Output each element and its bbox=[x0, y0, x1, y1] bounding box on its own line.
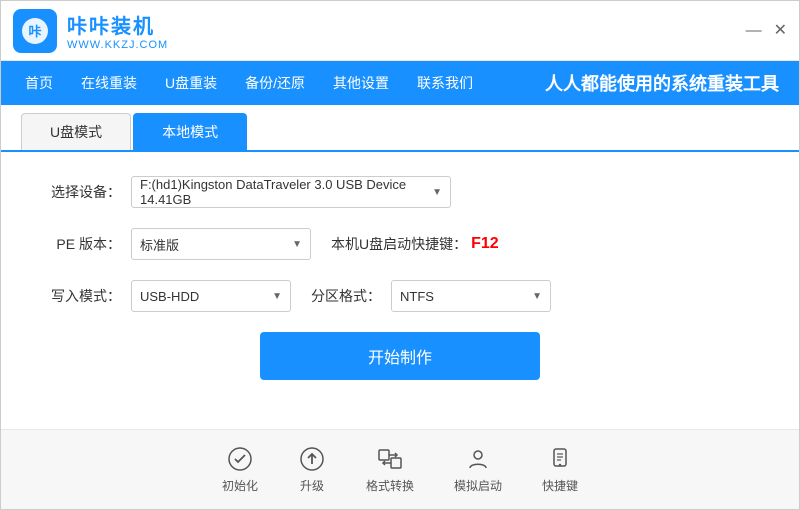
nav-item-online[interactable]: 在线重装 bbox=[67, 61, 151, 105]
pe-value: 标准版 bbox=[140, 235, 284, 254]
content-area: U盘模式 本地模式 选择设备： F:(hd1)Kingston DataTrav… bbox=[1, 105, 799, 429]
partition-select[interactable]: NTFS ▼ bbox=[391, 280, 551, 312]
pe-arrow-icon: ▼ bbox=[292, 239, 302, 250]
tool-simulate-boot[interactable]: 模拟启动 bbox=[454, 445, 502, 494]
logo-text-area: 咔咔装机 WWW.KKZJ.COM bbox=[67, 10, 168, 51]
minimize-button[interactable]: — bbox=[746, 23, 762, 39]
partition-label: 分区格式： bbox=[311, 286, 381, 306]
format-convert-icon bbox=[376, 445, 404, 473]
device-row: 选择设备： F:(hd1)Kingston DataTraveler 3.0 U… bbox=[41, 176, 759, 208]
tab-local-mode[interactable]: 本地模式 bbox=[133, 113, 247, 150]
app-title: 咔咔装机 bbox=[67, 10, 168, 39]
tab-bar: U盘模式 本地模式 bbox=[1, 105, 799, 152]
write-arrow-icon: ▼ bbox=[272, 291, 282, 302]
partition-value: NTFS bbox=[400, 289, 524, 304]
main-window: 咔 咔咔装机 WWW.KKZJ.COM — ✕ 首页 在线重装 U盘重装 备份/… bbox=[0, 0, 800, 510]
pe-row: PE 版本： 标准版 ▼ 本机U盘启动快捷键： F12 bbox=[41, 228, 759, 260]
tool-initialize[interactable]: 初始化 bbox=[222, 445, 258, 494]
form-area: 选择设备： F:(hd1)Kingston DataTraveler 3.0 U… bbox=[1, 152, 799, 429]
title-bar: 咔 咔咔装机 WWW.KKZJ.COM — ✕ bbox=[1, 1, 799, 61]
initialize-label: 初始化 bbox=[222, 477, 258, 494]
nav-item-settings[interactable]: 其他设置 bbox=[319, 61, 403, 105]
app-url: WWW.KKZJ.COM bbox=[67, 39, 168, 51]
simulate-boot-icon bbox=[464, 445, 492, 473]
write-select[interactable]: USB-HDD ▼ bbox=[131, 280, 291, 312]
shortcut-key: F12 bbox=[471, 235, 499, 253]
tab-usb-mode[interactable]: U盘模式 bbox=[21, 113, 131, 150]
logo-area: 咔 咔咔装机 WWW.KKZJ.COM bbox=[13, 9, 168, 53]
start-button[interactable]: 开始制作 bbox=[260, 332, 540, 380]
shortcut-label: 本机U盘启动快捷键： bbox=[331, 234, 467, 254]
shortcuts-label: 快捷键 bbox=[542, 477, 578, 494]
window-controls: — ✕ bbox=[746, 23, 787, 39]
tool-shortcuts[interactable]: 快捷键 bbox=[542, 445, 578, 494]
nav-slogan: 人人都能使用的系统重装工具 bbox=[545, 70, 789, 96]
device-label: 选择设备： bbox=[41, 182, 121, 202]
write-value: USB-HDD bbox=[140, 289, 264, 304]
initialize-icon bbox=[226, 445, 254, 473]
upgrade-label: 升级 bbox=[300, 477, 324, 494]
device-select[interactable]: F:(hd1)Kingston DataTraveler 3.0 USB Dev… bbox=[131, 176, 451, 208]
write-mode-row: 写入模式： USB-HDD ▼ 分区格式： NTFS ▼ bbox=[41, 280, 759, 312]
tool-format-convert[interactable]: 格式转换 bbox=[366, 445, 414, 494]
shortcuts-icon bbox=[546, 445, 574, 473]
format-convert-label: 格式转换 bbox=[366, 477, 414, 494]
simulate-boot-label: 模拟启动 bbox=[454, 477, 502, 494]
pe-select[interactable]: 标准版 ▼ bbox=[131, 228, 311, 260]
partition-arrow-icon: ▼ bbox=[532, 291, 542, 302]
device-value: F:(hd1)Kingston DataTraveler 3.0 USB Dev… bbox=[140, 177, 424, 207]
write-label: 写入模式： bbox=[41, 286, 121, 306]
pe-label: PE 版本： bbox=[41, 234, 121, 254]
nav-item-contact[interactable]: 联系我们 bbox=[403, 61, 487, 105]
nav-item-home[interactable]: 首页 bbox=[11, 61, 67, 105]
device-arrow-icon: ▼ bbox=[432, 187, 442, 198]
close-button[interactable]: ✕ bbox=[774, 23, 787, 39]
bottom-toolbar: 初始化 升级 bbox=[1, 429, 799, 509]
app-logo-icon: 咔 bbox=[13, 9, 57, 53]
nav-item-usb[interactable]: U盘重装 bbox=[151, 61, 231, 105]
tool-upgrade[interactable]: 升级 bbox=[298, 445, 326, 494]
start-button-row: 开始制作 bbox=[41, 332, 759, 380]
upgrade-icon bbox=[298, 445, 326, 473]
nav-item-backup[interactable]: 备份/还原 bbox=[231, 61, 319, 105]
nav-bar: 首页 在线重装 U盘重装 备份/还原 其他设置 联系我们 人人都能使用的系统重装… bbox=[1, 61, 799, 105]
svg-text:咔: 咔 bbox=[28, 24, 41, 39]
